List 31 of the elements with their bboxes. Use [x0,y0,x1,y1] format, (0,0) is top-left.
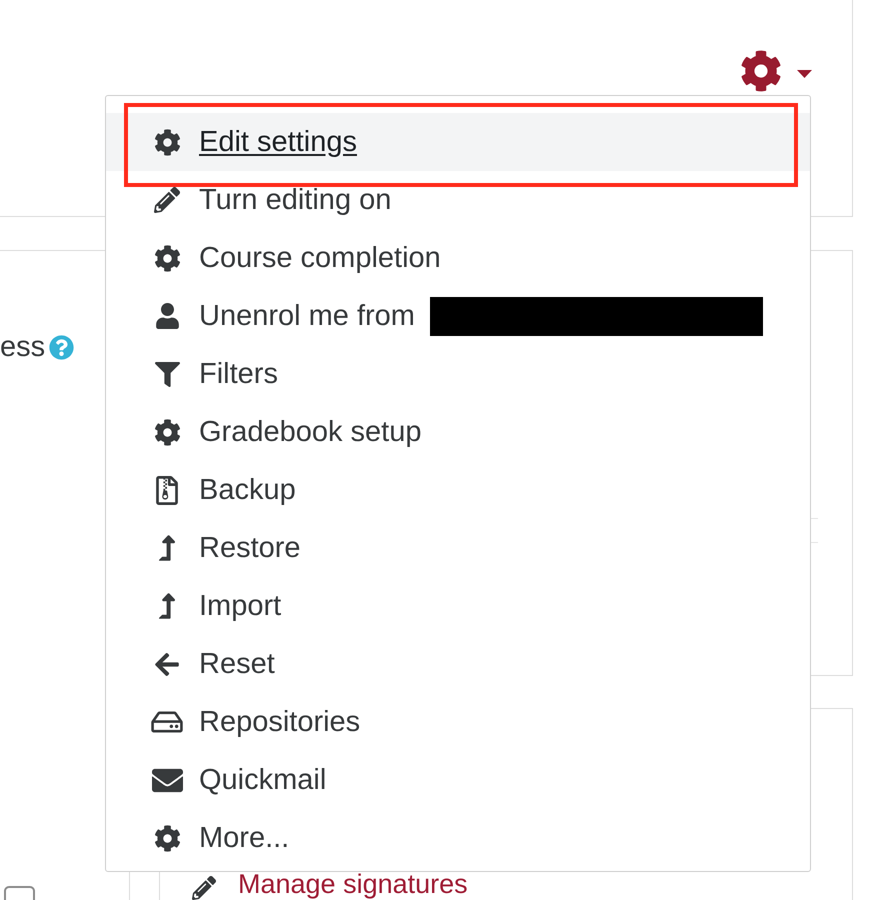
menu-item[interactable]: Restore [106,519,810,577]
manage-signatures-link[interactable]: Manage signatures [238,872,468,897]
user-icon [156,303,178,329]
gear-icon [154,244,180,272]
caret-icon [797,70,812,78]
gear-icon [154,824,180,852]
pencil-icon [154,187,180,213]
menu-item[interactable]: Filters [106,345,810,403]
menu-item[interactable]: Course completion [106,229,810,287]
menu-item[interactable]: Backup [106,461,810,519]
setting-label: ess [0,331,46,363]
elbow-arrow-icon [159,593,175,619]
elbow-arrow-icon [159,535,175,561]
left-arrow-icon [155,650,179,678]
menu-item[interactable]: Gradebook setup [106,403,810,461]
menu-item[interactable]: Turn editing on [106,171,810,229]
menu-item[interactable]: Quickmail [106,751,810,809]
zip-file-icon [156,476,178,504]
gear-icon [154,128,180,156]
menu-item[interactable]: Unenrol me from [106,287,810,345]
gear-icon [740,50,782,92]
gear-icon [154,418,180,446]
help-icon[interactable] [49,334,74,360]
pencil-icon [192,876,216,900]
menu-item[interactable]: Import [106,577,810,635]
menu-item[interactable]: Reset [106,635,810,693]
menu-item[interactable]: Repositories [106,693,810,751]
settings-menu-button[interactable] [740,50,812,92]
menu-item[interactable]: More... [106,809,810,867]
filter-icon [154,362,180,386]
menu-item[interactable]: Edit settings [106,113,810,171]
